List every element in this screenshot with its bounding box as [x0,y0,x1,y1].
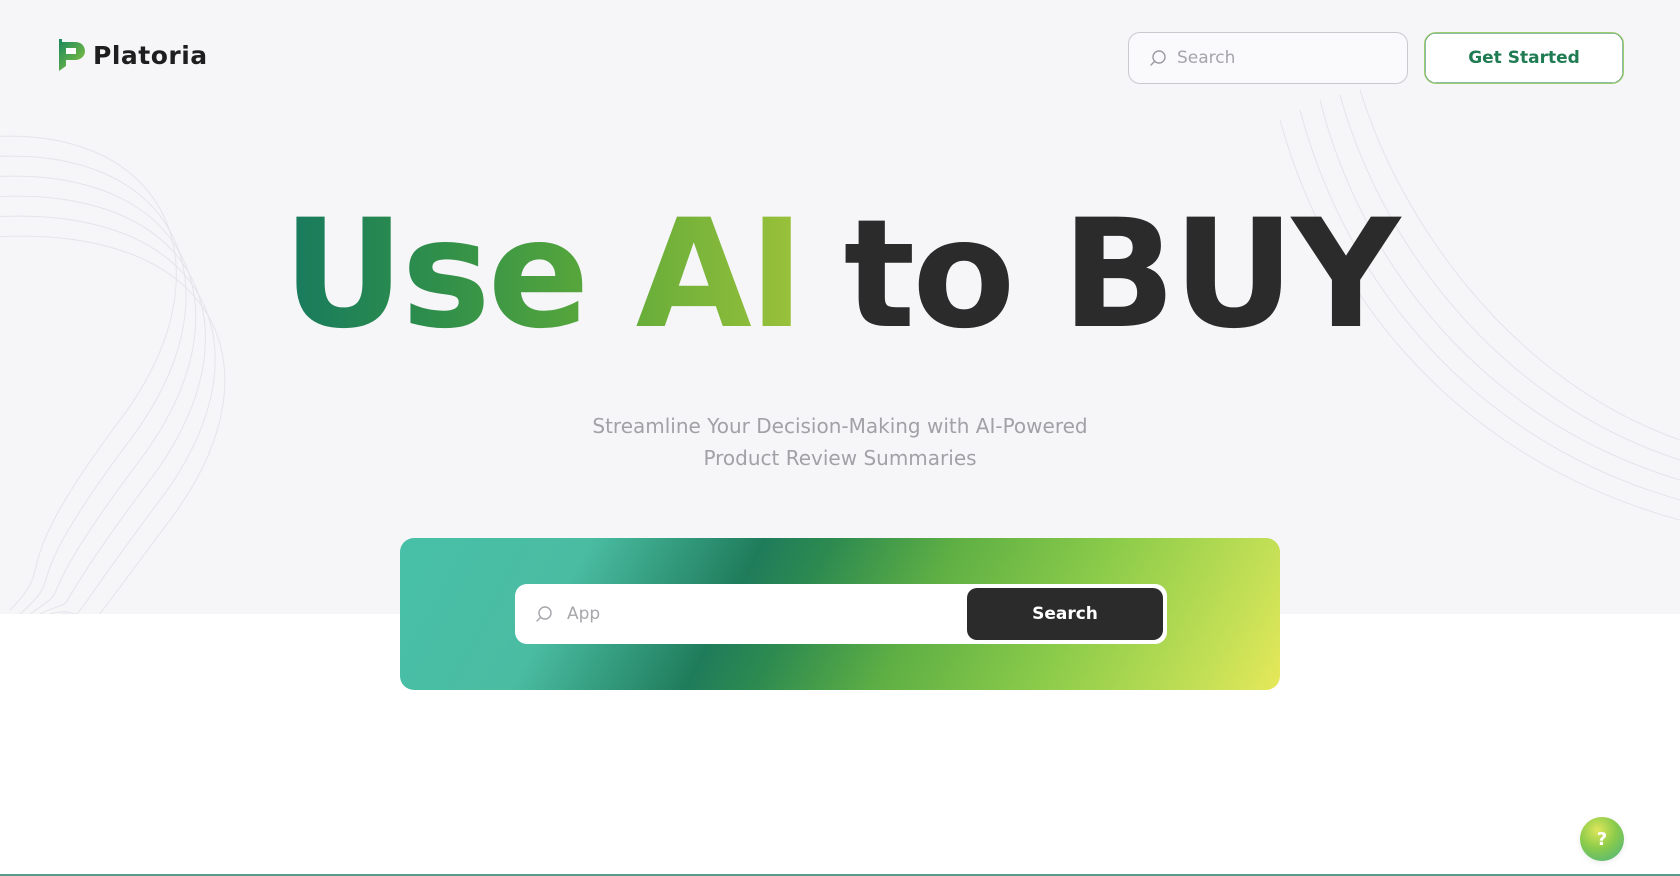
page: Platoria Get Started Use AI to BUY Strea… [0,0,1680,876]
hero-subtitle: Streamline Your Decision-Making with AI-… [440,410,1240,474]
headline-gradient-text: Use AI [282,188,805,362]
hero-headline: Use AI to BUY [0,190,1680,360]
headline-dark-text: to BUY [843,188,1401,362]
product-search-input[interactable] [567,604,967,624]
search-icon [536,606,552,622]
search-icon [1150,50,1166,66]
header-search-box[interactable] [1128,32,1408,84]
product-search-box[interactable]: Search [515,584,1167,644]
help-icon[interactable]: ? [1580,817,1624,861]
get-started-button[interactable]: Get Started [1424,32,1624,84]
search-panel: Search [400,538,1280,690]
header-search-input[interactable] [1177,48,1387,68]
brand-name: Platoria [93,40,208,70]
subtitle-line-2: Product Review Summaries [703,446,977,470]
search-button[interactable]: Search [967,588,1163,640]
subtitle-line-1: Streamline Your Decision-Making with AI-… [592,414,1088,438]
platoria-logo-icon [59,39,85,71]
top-bar: Platoria Get Started [0,0,1680,110]
brand-logo[interactable]: Platoria [57,38,208,72]
